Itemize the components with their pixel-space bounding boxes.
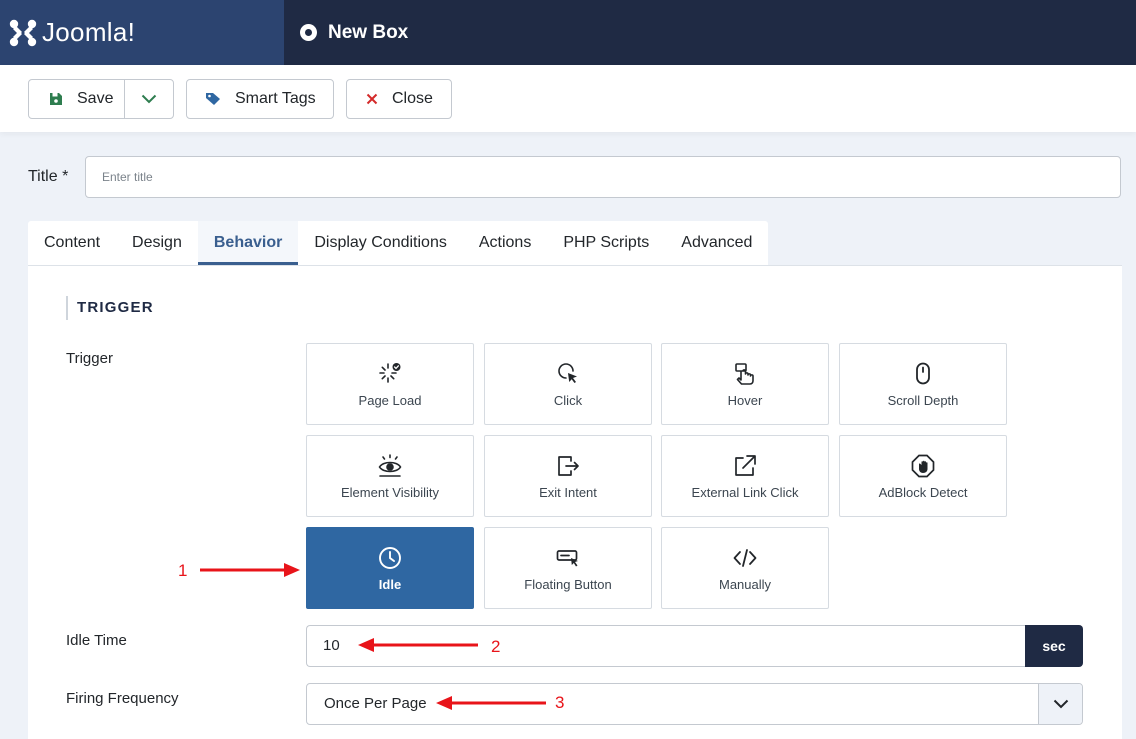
firing-frequency-label: Firing Frequency xyxy=(66,690,179,707)
exit-icon xyxy=(558,455,579,476)
section-title: TRIGGER xyxy=(66,296,154,320)
smart-tags-label: Smart Tags xyxy=(235,90,316,107)
trigger-scroll-depth[interactable]: Scroll Depth xyxy=(839,343,1007,425)
chevron-down-icon xyxy=(141,94,157,104)
firing-frequency-select[interactable]: Once Per Page xyxy=(306,683,1083,725)
idle-time-label: Idle Time xyxy=(66,632,127,649)
trigger-element-visibility[interactable]: Element Visibility xyxy=(306,435,474,517)
tab-actions[interactable]: Actions xyxy=(463,221,547,265)
trigger-label-text: External Link Click xyxy=(691,484,799,500)
trigger-label-text: Idle xyxy=(378,576,402,592)
click-icon xyxy=(558,362,577,383)
trigger-page-load[interactable]: Page Load xyxy=(306,343,474,425)
save-label: Save xyxy=(77,90,114,107)
tab-php-scripts[interactable]: PHP Scripts xyxy=(547,221,665,265)
trigger-label-text: Floating Button xyxy=(524,576,612,592)
behavior-panel: TRIGGER Trigger Page Load Click Hover Sc… xyxy=(28,265,1122,739)
trigger-idle[interactable]: Idle xyxy=(306,527,474,609)
eye-icon xyxy=(378,453,402,477)
trigger-label-text: Element Visibility xyxy=(340,484,440,500)
app-header: Joomla! New Box xyxy=(0,0,1136,65)
close-button[interactable]: Close xyxy=(346,79,452,119)
floating-button-icon xyxy=(556,549,578,566)
stop-hand-icon xyxy=(911,454,935,477)
trigger-label-text: Click xyxy=(553,392,583,408)
tab-bar: Content Design Behavior Display Conditio… xyxy=(28,221,769,265)
close-label: Close xyxy=(392,90,433,107)
tab-design[interactable]: Design xyxy=(116,221,198,265)
code-icon xyxy=(733,548,757,567)
annotation-arrow-2 xyxy=(358,638,478,652)
firing-frequency-value: Once Per Page xyxy=(324,695,427,712)
external-link-icon xyxy=(735,454,756,476)
smart-tags-button[interactable]: Smart Tags xyxy=(186,79,334,119)
trigger-label-text: Hover xyxy=(727,392,763,408)
box-icon xyxy=(300,24,317,41)
annotation-arrow-1 xyxy=(200,563,300,577)
save-button-group: Save xyxy=(28,79,174,119)
trigger-floating-button[interactable]: Floating Button xyxy=(484,527,652,609)
logo-text: Joomla! xyxy=(42,17,136,47)
trigger-external-link-click[interactable]: External Link Click xyxy=(661,435,829,517)
save-dropdown-toggle[interactable] xyxy=(125,80,173,118)
trigger-label-text: Exit Intent xyxy=(539,484,597,500)
tag-icon xyxy=(205,92,221,106)
chevron-down-icon xyxy=(1038,684,1082,724)
annotation-number-1: 1 xyxy=(178,561,188,580)
trigger-label: Trigger xyxy=(66,350,113,367)
toolbar: Save Smart Tags Close xyxy=(0,65,1136,132)
close-icon xyxy=(366,93,378,105)
tab-content[interactable]: Content xyxy=(28,221,116,265)
page-load-icon xyxy=(379,362,401,383)
trigger-click[interactable]: Click xyxy=(484,343,652,425)
page-heading: New Box xyxy=(300,0,408,65)
idle-time-unit: sec xyxy=(1025,625,1083,667)
trigger-label-text: Manually xyxy=(718,576,772,592)
trigger-adblock-detect[interactable]: AdBlock Detect xyxy=(839,435,1007,517)
annotation-arrow-3 xyxy=(436,696,546,710)
trigger-manually[interactable]: Manually xyxy=(661,527,829,609)
trigger-label-text: Page Load xyxy=(358,392,422,408)
joomla-logo[interactable]: Joomla! xyxy=(0,0,284,65)
clock-icon xyxy=(379,546,401,569)
trigger-label-text: AdBlock Detect xyxy=(878,484,968,500)
tab-behavior[interactable]: Behavior xyxy=(197,221,299,265)
annotation-number-3: 3 xyxy=(555,693,565,712)
trigger-label-text: Scroll Depth xyxy=(887,392,959,408)
trigger-hover[interactable]: Hover xyxy=(661,343,829,425)
page-title: New Box xyxy=(328,21,409,43)
annotation-number-2: 2 xyxy=(491,637,501,656)
floppy-disk-icon xyxy=(49,92,63,106)
title-label: Title * xyxy=(28,168,69,185)
joomla-logo-icon xyxy=(9,19,37,46)
mouse-scroll-icon xyxy=(916,362,930,384)
save-button[interactable]: Save xyxy=(29,80,125,118)
trigger-exit-intent[interactable]: Exit Intent xyxy=(484,435,652,517)
title-input[interactable] xyxy=(85,156,1121,198)
tab-advanced[interactable]: Advanced xyxy=(665,221,768,265)
tab-display-conditions[interactable]: Display Conditions xyxy=(298,221,463,265)
hover-icon xyxy=(735,362,754,385)
